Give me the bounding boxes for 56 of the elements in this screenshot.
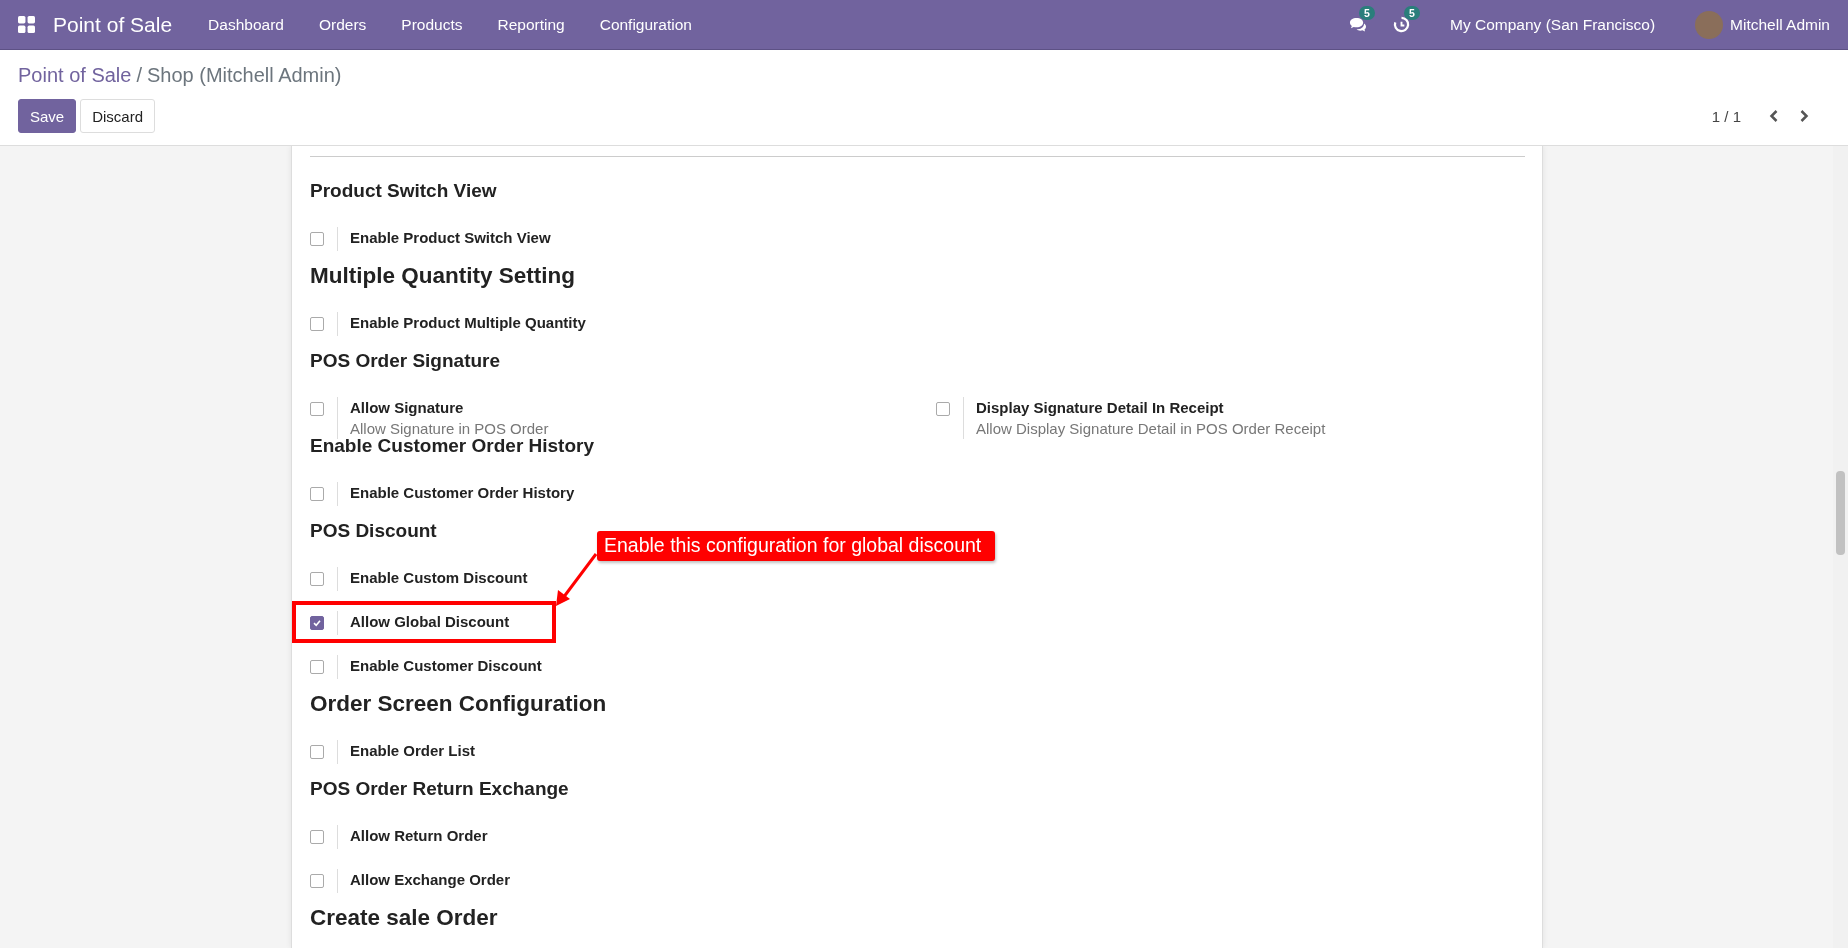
menu-item[interactable]: Products [401,15,463,34]
scrollbar-thumb[interactable] [1836,471,1845,555]
section-heading: POS Order Signature [310,349,501,373]
company-switcher[interactable]: My Company (San Francisco) [1450,15,1656,34]
setting-description: Allow Signature in POS Order [350,419,549,439]
menu-item[interactable]: Orders [318,15,367,34]
setting-label: Enable Customer Discount [350,656,542,676]
checkbox[interactable] [310,572,324,586]
setting-label: Enable Customer Order History [350,483,575,503]
pager-value: 1 / 1 [1711,107,1741,125]
setting-description: Allow Display Signature Detail in POS Order Receipt [976,419,1326,439]
breadcrumb-separator: / [136,64,142,87]
setting-label: Allow Return Order [350,826,488,846]
checkbox[interactable] [310,402,324,416]
setting-label: Enable Product Multiple Quantity [350,313,586,333]
app-name[interactable]: Point of Sale [53,12,173,37]
checkbox[interactable] [310,660,324,674]
annotation-arrow [554,552,598,608]
setting-label: Enable Order List [350,741,476,761]
section-heading: Product Switch View [310,179,497,203]
section-heading: Order Screen Configuration [310,690,607,718]
checkbox[interactable] [310,487,324,501]
apps-grid-icon[interactable] [18,16,35,33]
activity-count-badge: 5 [1404,6,1420,20]
checkbox[interactable] [310,616,324,630]
section-heading: Multiple Quantity Setting [310,262,575,290]
setting-label: Allow Global Discount [350,612,510,632]
setting-label: Enable Custom Discount [350,568,528,588]
save-button[interactable]: Save [18,99,77,133]
message-count-badge: 5 [1359,6,1375,20]
annotation-callout: Enable this configuration for global discount [597,531,996,561]
checkbox[interactable] [310,317,324,331]
section-heading: POS Order Return Exchange [310,777,569,801]
clock-icon[interactable] [1393,16,1411,33]
checkbox[interactable] [310,232,324,246]
setting-label: Enable Product Switch View [350,228,551,248]
breadcrumb-link[interactable]: Point of Sale [18,64,132,87]
checkbox[interactable] [310,874,324,888]
checkbox[interactable] [310,745,324,759]
discard-button[interactable]: Discard [80,99,156,133]
menu-item[interactable]: Dashboard [208,15,284,34]
checkbox[interactable] [936,402,950,416]
menu-item[interactable]: Configuration [599,15,692,34]
chat-bubbles-icon[interactable] [1348,16,1368,33]
checkbox[interactable] [310,830,324,844]
chevron-right-icon[interactable] [1799,109,1810,123]
chevron-left-icon[interactable] [1768,109,1779,123]
setting-label: Allow Signature [350,398,465,418]
user-menu[interactable]: Mitchell Admin [1730,15,1830,34]
setting-label: Display Signature Detail In Receipt [976,398,1225,418]
setting-label: Allow Exchange Order [350,870,511,890]
menu-item[interactable]: Reporting [497,15,565,34]
breadcrumb-current: Shop (Mitchell Admin) [147,64,342,87]
checkmark-icon [312,618,322,628]
section-heading: POS Discount [310,519,437,543]
section-heading: Create sale Order [310,904,498,932]
